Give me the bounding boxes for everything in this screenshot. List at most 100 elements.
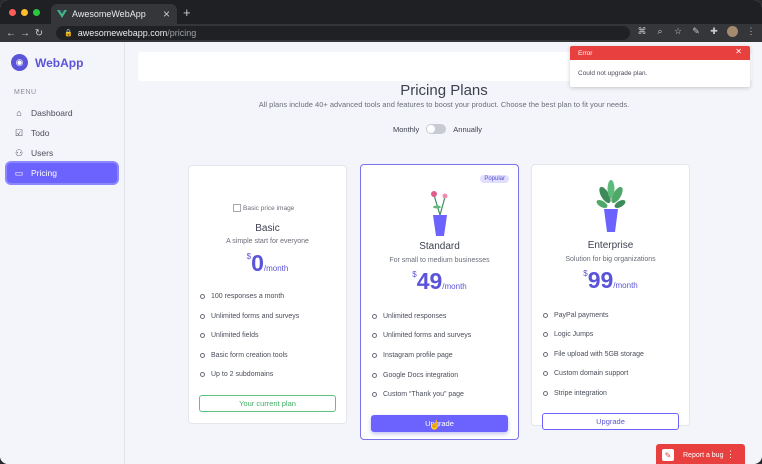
price-currency: $ [583,269,588,278]
sidebar: ◉ WebApp MENU ⌂ Dashboard ☑ Todo ⚇ Users… [0,42,125,464]
close-window-button[interactable] [9,9,16,16]
page-subtitle: All plans include 40+ advanced tools and… [258,100,630,109]
price-period: /month [263,264,289,273]
feature-item: Google Docs integration [372,372,458,379]
star-icon[interactable]: ☆ [673,26,683,37]
feature-item: Unlimited forms and surveys [200,313,299,320]
price-currency: $ [246,252,252,261]
upgrade-button-enterprise[interactable]: Upgrade [542,413,679,430]
more-vertical-icon[interactable]: ⋮ [726,449,735,460]
report-bug-button[interactable]: ✎ Report a bug ⋮ [656,444,745,464]
reload-icon[interactable]: ↻ [32,28,46,39]
sidebar-item-label: Pricing [31,168,57,178]
broken-image-icon [233,204,241,212]
feature-item: File upload with 5GB storage [543,351,644,358]
browser-tab[interactable]: AwesomeWebApp × [51,4,177,24]
tab-title: AwesomeWebApp [72,9,146,19]
plan-name: Basic [255,223,280,234]
plan-price: $99/month [532,267,689,294]
plan-price: $49/month [361,268,518,295]
sidebar-item-todo[interactable]: ☑ Todo [7,123,117,143]
toast-title: Error [578,49,593,57]
plan-desc: For small to medium businesses [389,257,490,264]
more-vertical-icon[interactable]: ⋮ [746,26,756,37]
logo-icon: ◉ [11,54,28,71]
lock-icon: 🔒 [64,30,73,37]
feature-item: Unlimited fields [200,332,258,339]
price-period: /month [613,281,638,290]
tab-bar: AwesomeWebApp × + [0,0,762,24]
new-tab-icon[interactable]: + [183,5,191,20]
puzzle-icon[interactable]: ✚ [709,26,719,37]
back-arrow-icon[interactable]: ← [4,28,18,39]
forward-arrow-icon[interactable]: → [18,28,32,39]
feature-item: Instagram profile page [372,352,453,359]
window-controls [9,9,40,16]
plan-card-standard: Popular Standard For small to medium bus… [360,164,519,440]
browser-window: AwesomeWebApp × + ← → ↻ 🔒 awesomewebapp.… [0,0,762,464]
address-bar[interactable]: 🔒 awesomewebapp.com/pricing [56,26,630,40]
feature-item: Basic form creation tools [200,352,288,359]
toast-message: Could not upgrade plan. [578,70,648,77]
command-icon[interactable]: ⌘ [637,26,647,37]
price-amount: 49 [416,268,443,294]
error-toast: Error ✕ Could not upgrade plan. [570,46,750,87]
sidebar-item-users[interactable]: ⚇ Users [7,143,117,163]
plan-desc: A simple start for everyone [226,238,309,245]
feature-item: 100 responses a month [200,293,284,300]
feature-item: Custom “Thank you” page [372,391,464,398]
home-icon: ⌂ [16,108,22,118]
annually-label: Annually [453,124,483,134]
feature-item: Up to 2 subdomains [200,371,273,378]
sidebar-item-label: Todo [31,128,50,138]
mouse-cursor-icon: ☝ [429,420,441,430]
feature-item: Logic Jumps [543,331,593,338]
minimize-window-button[interactable] [21,9,28,16]
feature-item: Stripe integration [543,390,607,397]
brand-name: WebApp [35,55,84,70]
plan-price: $0/month [189,250,346,277]
plan-card-basic: Basic price image Basic A simple start f… [188,165,347,424]
close-icon[interactable]: ✕ [735,47,742,56]
plan-card-enterprise: Enterprise Solution for big organization… [531,164,690,430]
monthly-label: Monthly [393,124,420,134]
plant-illustration [596,180,626,232]
plan-name: Standard [419,241,460,252]
main-content: Pricing Plans All plans include 40+ adva… [126,42,762,464]
extension-pen-icon[interactable]: ✎ [691,26,701,37]
profile-avatar[interactable] [727,26,738,37]
price-currency: $ [412,270,417,279]
price-amount: 0 [251,250,264,276]
plant-illustration [431,191,448,236]
url-host: awesomewebapp.com [77,28,168,38]
browser-toolbar: ← → ↻ 🔒 awesomewebapp.com/pricing ⌘ ⌕ ☆ … [0,24,762,42]
vue-logo-icon [57,10,67,18]
report-bug-label: Report a bug [683,451,724,459]
maximize-window-button[interactable] [33,9,40,16]
feature-item: PayPal payments [543,312,608,319]
toolbar-icons: ⌘ ⌕ ☆ ✎ ✚ ⋮ [637,26,756,37]
zoom-icon[interactable]: ⌕ [655,26,665,37]
feature-item: Custom domain support [543,370,628,377]
plan-name: Enterprise [587,240,634,251]
popular-badge: Popular [480,175,509,183]
url-path: /pricing [167,28,197,38]
user-icon: ⚇ [14,147,24,158]
sidebar-item-dashboard[interactable]: ⌂ Dashboard [7,103,117,123]
checkbox-icon: ☑ [14,127,24,138]
billing-toggle-switch[interactable] [426,124,447,134]
card-icon: ▭ [14,167,24,178]
price-amount: 99 [587,267,614,293]
basic-price-image: Basic price image [233,204,294,212]
current-plan-button[interactable]: Your current plan [199,395,336,412]
sidebar-item-pricing[interactable]: ▭ Pricing [7,163,117,183]
feature-item: Unlimited responses [372,313,446,320]
brand[interactable]: ◉ WebApp [11,54,83,71]
sidebar-item-label: Dashboard [31,108,73,118]
toast-header: Error ✕ [570,46,750,60]
price-period: /month [442,282,467,291]
pencil-icon: ✎ [662,449,674,461]
billing-toggle-row: Monthly Annually [393,124,482,134]
close-tab-icon[interactable]: × [163,7,170,21]
menu-section-label: MENU [14,89,37,96]
